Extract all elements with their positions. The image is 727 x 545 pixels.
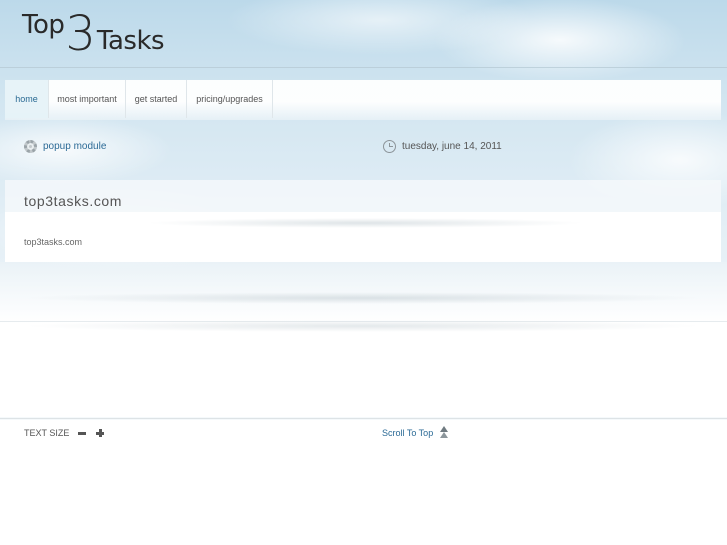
separator-shadow-2 — [22, 320, 704, 332]
date-display: tuesday, june 14, 2011 — [383, 140, 502, 153]
footer: TEXT SIZE Scroll To Top — [0, 426, 727, 442]
main-nav: home most important get started pricing/… — [5, 80, 721, 120]
scroll-to-top-link[interactable]: Scroll To Top — [382, 426, 449, 440]
nav-item-home[interactable]: home — [5, 80, 49, 118]
separator-shadow — [22, 292, 704, 304]
nav-item-pricing-upgrades[interactable]: pricing/upgrades — [187, 80, 273, 118]
date-label: tuesday, june 14, 2011 — [402, 141, 502, 152]
header-divider — [0, 67, 727, 68]
increase-text-size-icon[interactable] — [95, 428, 105, 438]
logo-text-tasks: Tasks — [96, 26, 165, 56]
lower-background — [0, 262, 727, 417]
footer-divider — [0, 418, 727, 419]
page-title: top3tasks.com — [24, 193, 123, 209]
nav-item-most-important[interactable]: most important — [49, 80, 126, 118]
text-size-control: TEXT SIZE — [24, 428, 105, 438]
site-logo[interactable]: Top 3 Tasks — [22, 6, 165, 62]
decrease-text-size-icon[interactable] — [77, 428, 87, 438]
logo-text-top: Top — [22, 10, 65, 40]
clock-icon — [383, 140, 396, 153]
scroll-to-top-label: Scroll To Top — [382, 428, 434, 438]
title-shadow — [145, 218, 585, 228]
text-size-label: TEXT SIZE — [24, 428, 70, 438]
body-text: top3tasks.com — [24, 237, 83, 247]
gear-icon — [24, 140, 37, 153]
arrow-up-icon — [439, 426, 449, 440]
popup-module-label: popup module — [43, 141, 107, 152]
popup-module-link[interactable]: popup module — [24, 140, 106, 153]
nav-item-get-started[interactable]: get started — [126, 80, 187, 118]
logo-number: 3 — [65, 6, 96, 62]
toolbar-row: popup module tuesday, june 14, 2011 — [0, 136, 727, 160]
